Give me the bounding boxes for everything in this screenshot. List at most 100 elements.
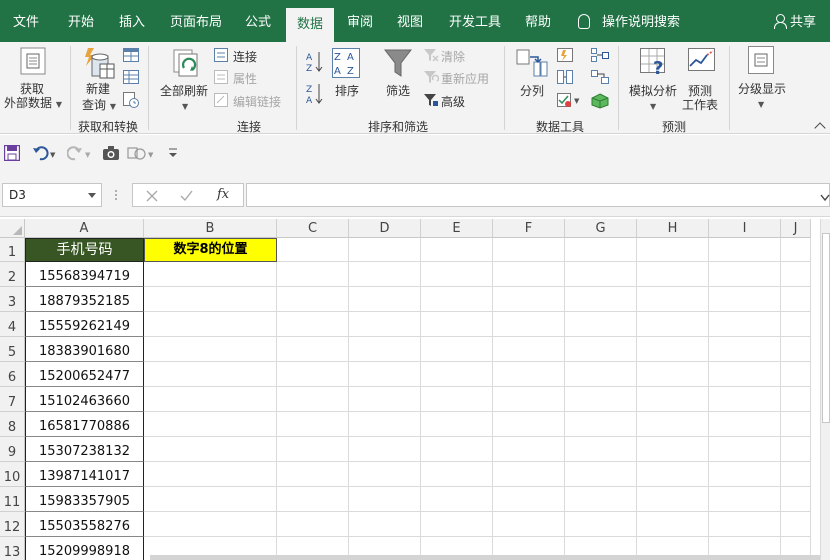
cell-d4[interactable]: [349, 312, 421, 337]
cell-b2[interactable]: [144, 262, 277, 287]
cell-e5[interactable]: [421, 337, 493, 362]
cell-c2[interactable]: [277, 262, 349, 287]
tell-me-search[interactable]: 操作说明搜索: [578, 0, 680, 42]
row-header-10[interactable]: 10: [0, 462, 25, 487]
cell-a1[interactable]: 手机号码: [25, 238, 144, 262]
forecast-sheet-button[interactable]: 工作表: [682, 96, 718, 113]
refresh-all-dropdown[interactable]: ▼: [182, 98, 188, 112]
cell-a2[interactable]: 15568394719: [25, 262, 144, 287]
cell-g12[interactable]: [565, 512, 637, 537]
cell-b10[interactable]: [144, 462, 277, 487]
cell-d9[interactable]: [349, 437, 421, 462]
cell-b4[interactable]: [144, 312, 277, 337]
column-header-d[interactable]: D: [349, 219, 421, 238]
column-header-c[interactable]: C: [277, 219, 349, 238]
new-query-button[interactable]: 查询 ▼: [82, 96, 116, 113]
sort-a-to-z-icon[interactable]: AZ: [306, 50, 324, 77]
cell-d7[interactable]: [349, 387, 421, 412]
connections-icon[interactable]: [214, 48, 228, 65]
cell-g1[interactable]: [565, 238, 637, 262]
reapply-button[interactable]: 重新应用: [441, 70, 489, 87]
what-if-analysis-dropdown[interactable]: ▼: [650, 98, 656, 112]
text-to-columns-icon[interactable]: [516, 48, 548, 81]
tab-developer[interactable]: 开发工具: [440, 0, 510, 42]
cell-j6[interactable]: [781, 362, 811, 387]
cell-i1[interactable]: [709, 238, 781, 262]
shapes-icon[interactable]: ▼: [127, 145, 157, 164]
cell-c10[interactable]: [277, 462, 349, 487]
column-header-g[interactable]: G: [565, 219, 637, 238]
cell-a5[interactable]: 18383901680: [25, 337, 144, 362]
sort-button[interactable]: 排序: [335, 82, 359, 99]
relationships-icon[interactable]: [591, 70, 609, 87]
cell-b6[interactable]: [144, 362, 277, 387]
row-header-6[interactable]: 6: [0, 362, 25, 387]
cell-b12[interactable]: [144, 512, 277, 537]
cell-d8[interactable]: [349, 412, 421, 437]
formula-input[interactable]: [246, 183, 830, 207]
cell-c1[interactable]: [277, 238, 349, 262]
select-all-corner[interactable]: [0, 219, 25, 238]
cell-f2[interactable]: [493, 262, 565, 287]
sort-z-to-a-icon[interactable]: ZA: [306, 82, 324, 109]
cell-g7[interactable]: [565, 387, 637, 412]
cell-c7[interactable]: [277, 387, 349, 412]
cell-a10[interactable]: 13987141017: [25, 462, 144, 487]
cell-f11[interactable]: [493, 487, 565, 512]
cell-j8[interactable]: [781, 412, 811, 437]
outline-dropdown[interactable]: ▼: [758, 96, 764, 110]
row-header-2[interactable]: 2: [0, 262, 25, 287]
cell-i4[interactable]: [709, 312, 781, 337]
name-box[interactable]: D3: [2, 183, 102, 207]
row-header-13[interactable]: 13: [0, 537, 25, 560]
cell-h6[interactable]: [637, 362, 709, 387]
cell-e10[interactable]: [421, 462, 493, 487]
cell-d10[interactable]: [349, 462, 421, 487]
cell-d6[interactable]: [349, 362, 421, 387]
cell-e12[interactable]: [421, 512, 493, 537]
forecast-sheet-icon[interactable]: [688, 48, 716, 81]
properties-button[interactable]: 属性: [233, 70, 257, 87]
cell-h9[interactable]: [637, 437, 709, 462]
cell-e4[interactable]: [421, 312, 493, 337]
cell-e6[interactable]: [421, 362, 493, 387]
confirm-entry-icon[interactable]: [180, 190, 193, 205]
cell-a3[interactable]: 18879352185: [25, 287, 144, 312]
cell-f7[interactable]: [493, 387, 565, 412]
advanced-filter-icon[interactable]: [423, 93, 439, 110]
cell-i7[interactable]: [709, 387, 781, 412]
cell-j4[interactable]: [781, 312, 811, 337]
cell-j11[interactable]: [781, 487, 811, 512]
column-header-a[interactable]: A: [25, 219, 144, 238]
cell-e3[interactable]: [421, 287, 493, 312]
cell-f12[interactable]: [493, 512, 565, 537]
redo-icon[interactable]: ▼: [66, 145, 93, 164]
cell-j5[interactable]: [781, 337, 811, 362]
cell-e9[interactable]: [421, 437, 493, 462]
cell-f4[interactable]: [493, 312, 565, 337]
cell-g10[interactable]: [565, 462, 637, 487]
tab-file[interactable]: 文件: [4, 0, 48, 42]
cell-i11[interactable]: [709, 487, 781, 512]
cell-i2[interactable]: [709, 262, 781, 287]
clear-button[interactable]: 清除: [441, 48, 465, 65]
cell-c3[interactable]: [277, 287, 349, 312]
cell-b3[interactable]: [144, 287, 277, 312]
row-header-8[interactable]: 8: [0, 412, 25, 437]
cell-c11[interactable]: [277, 487, 349, 512]
cell-i5[interactable]: [709, 337, 781, 362]
cell-c12[interactable]: [277, 512, 349, 537]
column-header-i[interactable]: I: [709, 219, 781, 238]
cell-a7[interactable]: 15102463660: [25, 387, 144, 412]
remove-duplicates-icon[interactable]: [557, 70, 573, 87]
flash-fill-icon[interactable]: [557, 48, 573, 65]
consolidate-icon[interactable]: [591, 48, 609, 65]
vertical-scrollbar-thumb[interactable]: [822, 233, 830, 423]
cell-h10[interactable]: [637, 462, 709, 487]
tab-help[interactable]: 帮助: [516, 0, 560, 42]
cell-b8[interactable]: [144, 412, 277, 437]
cell-a11[interactable]: 15983357905: [25, 487, 144, 512]
tab-formulas[interactable]: 公式: [236, 0, 280, 42]
tab-page-layout[interactable]: 页面布局: [162, 0, 230, 42]
cell-f5[interactable]: [493, 337, 565, 362]
